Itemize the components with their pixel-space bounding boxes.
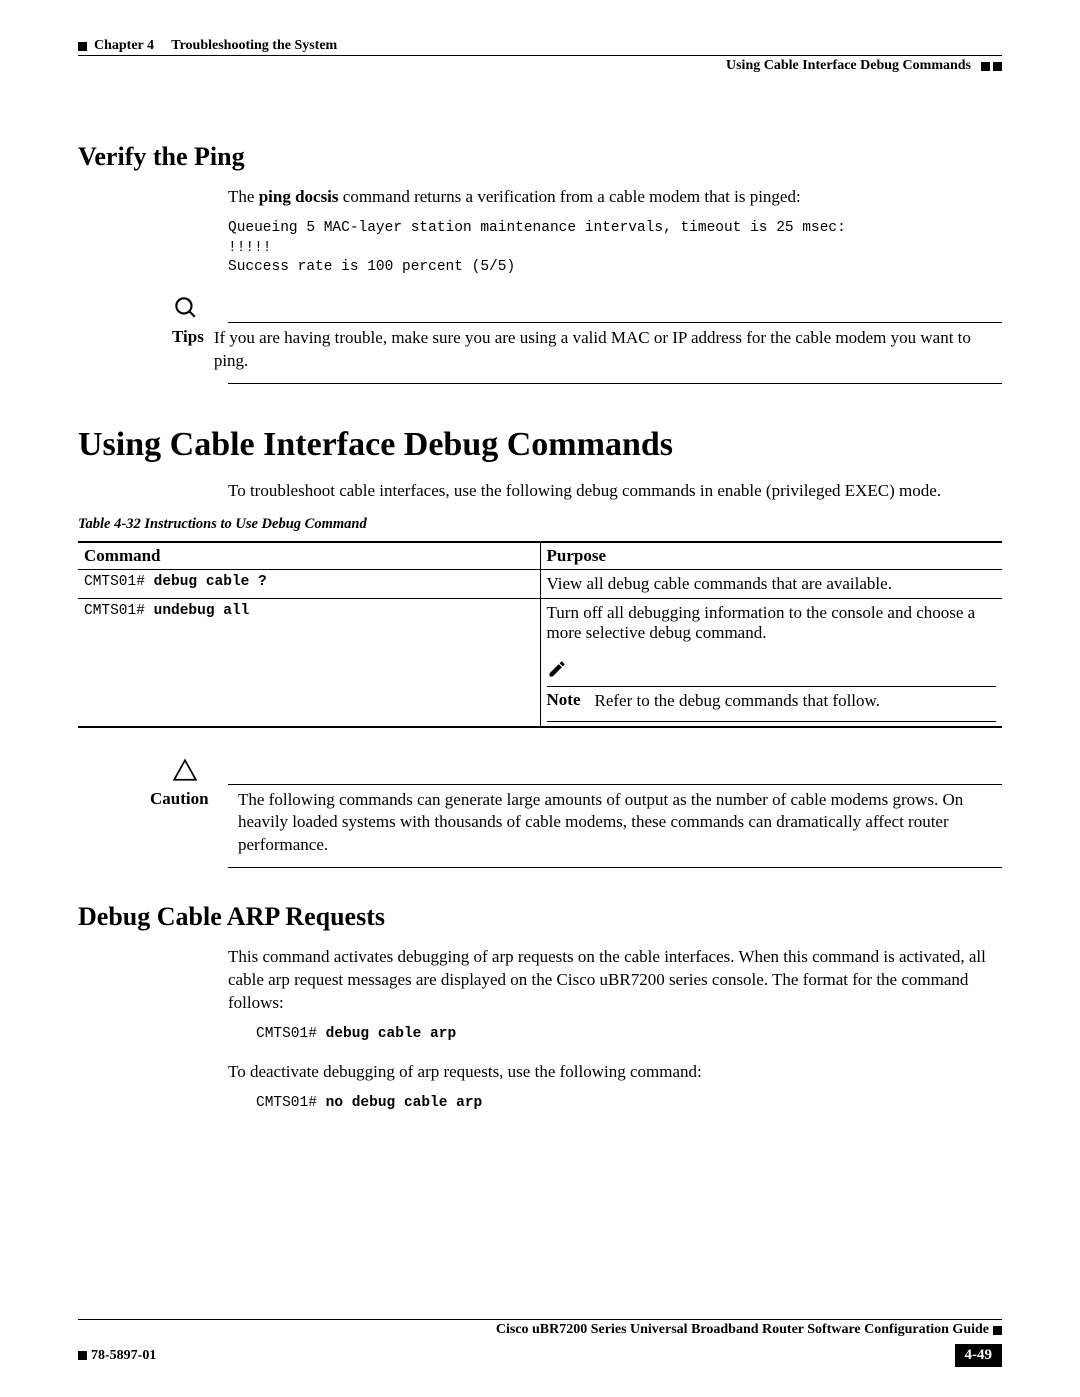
note-admonition: Note Refer to the debug commands that fo… bbox=[547, 659, 997, 721]
header-square-icon bbox=[78, 42, 87, 51]
prompt: CMTS01# bbox=[84, 603, 154, 619]
caution-icon bbox=[172, 758, 228, 782]
subheader-square-icon bbox=[993, 62, 1002, 71]
paragraph: To deactivate debugging of arp requests,… bbox=[228, 1061, 1002, 1084]
running-subheader: Using Cable Interface Debug Commands bbox=[78, 56, 1002, 74]
code-command: CMTS01# no debug cable arp bbox=[256, 1094, 1002, 1114]
prompt: CMTS01# bbox=[84, 574, 154, 590]
tip-text: If you are having trouble, make sure you… bbox=[214, 327, 1002, 373]
pencil-icon bbox=[547, 659, 997, 684]
tip-admonition: Tips If you are having trouble, make sur… bbox=[172, 294, 1002, 384]
footer-square-icon bbox=[993, 1326, 1002, 1335]
purpose-cell: Turn off all debugging information to th… bbox=[540, 599, 1002, 727]
section-heading-debug-arp: Debug Cable ARP Requests bbox=[78, 902, 1002, 932]
page-footer: Cisco uBR7200 Series Universal Broadband… bbox=[78, 1319, 1002, 1367]
tip-label: Tips bbox=[172, 327, 214, 347]
table-caption: Table 4-32 Instructions to Use Debug Com… bbox=[78, 516, 1002, 533]
debug-command-table: Command Purpose CMTS01# debug cable ? Vi… bbox=[78, 541, 1002, 727]
command-text: debug cable ? bbox=[154, 574, 267, 590]
code-output: Queueing 5 MAC-layer station maintenance… bbox=[228, 219, 1002, 278]
page-number: 4-49 bbox=[955, 1344, 1003, 1367]
table-row: CMTS01# undebug all Turn off all debuggi… bbox=[78, 599, 1002, 727]
col-header-command: Command bbox=[78, 542, 540, 570]
note-text: Refer to the debug commands that follow. bbox=[594, 690, 996, 712]
inline-command: ping docsis bbox=[259, 187, 339, 206]
command-text: undebug all bbox=[154, 603, 250, 619]
section-heading-debug-commands: Using Cable Interface Debug Commands bbox=[78, 426, 1002, 464]
timesaver-icon bbox=[172, 294, 228, 320]
subheader-square-icon bbox=[981, 62, 990, 71]
table-header-row: Command Purpose bbox=[78, 542, 1002, 570]
running-header: Chapter 4 Troubleshooting the System bbox=[78, 38, 1002, 56]
code-command: CMTS01# debug cable arp bbox=[256, 1025, 1002, 1045]
chapter-title: Troubleshooting the System bbox=[171, 38, 337, 53]
chapter-prefix: Chapter 4 bbox=[94, 38, 154, 53]
caution-admonition: Caution The following commands can gener… bbox=[150, 758, 1002, 869]
caution-label: Caution bbox=[150, 789, 238, 809]
paragraph: To troubleshoot cable interfaces, use th… bbox=[228, 480, 1002, 503]
footer-square-icon bbox=[78, 1351, 87, 1360]
note-label: Note bbox=[547, 690, 595, 712]
table-row: CMTS01# debug cable ? View all debug cab… bbox=[78, 570, 1002, 599]
section-name: Using Cable Interface Debug Commands bbox=[726, 58, 971, 74]
caution-text: The following commands can generate larg… bbox=[238, 789, 1002, 858]
paragraph: This command activates debugging of arp … bbox=[228, 946, 1002, 1015]
col-header-purpose: Purpose bbox=[540, 542, 1002, 570]
doc-number: 78-5897-01 bbox=[91, 1348, 156, 1364]
purpose-cell: View all debug cable commands that are a… bbox=[540, 570, 1002, 599]
guide-title: Cisco uBR7200 Series Universal Broadband… bbox=[496, 1322, 989, 1338]
paragraph: The ping docsis command returns a verifi… bbox=[228, 186, 1002, 209]
section-heading-verify-ping: Verify the Ping bbox=[78, 142, 1002, 172]
